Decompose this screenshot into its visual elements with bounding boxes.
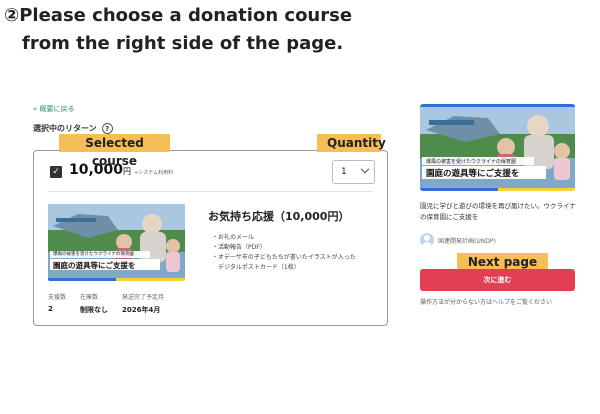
back-to-overview-link[interactable]: « 概要に戻る <box>33 104 75 114</box>
quantity-value: 1 <box>341 167 347 177</box>
instruction-heading: ②Please choose a donation course from th… <box>4 2 352 58</box>
stock-label: 在庫数 <box>80 294 99 301</box>
organization-avatar-icon <box>420 233 434 247</box>
benefit-item: オデーサ市の子どもたちが書いたイラストが入った <box>212 253 356 263</box>
delivery-value: 2026年4月 <box>122 306 161 314</box>
chevron-down-icon <box>360 164 370 174</box>
thumbnail-caption-small: 爆風の被害を受けたウクライナの保育園 <box>53 252 134 257</box>
help-suffix: をご覧ください <box>510 299 553 306</box>
stock-value: 制限なし <box>80 306 109 314</box>
help-link[interactable]: ヘルプ <box>492 299 510 306</box>
thumbnail-caption-main: 園庭の遊具等にご支援を <box>53 261 136 270</box>
project-description: 園児に学びと遊びの環境を再び届けたい。ウクライナの保育園にご支援を <box>420 202 576 221</box>
supporters-label: 支援数 <box>48 294 67 301</box>
selected-return-label: 選択中のリターン ? <box>33 123 113 134</box>
stock-stat: 在庫数 制限なし <box>80 292 108 315</box>
selected-return-label-text: 選択中のリターン <box>33 124 97 133</box>
course-thumbnail: 爆風の被害を受けたウクライナの保育園 園庭の遊具等にご支援を <box>48 204 185 281</box>
selected-course-card: ✓ 10,000円 +システム利用料 1 爆風の被害を受けたウクライナの保育園 園… <box>33 150 388 326</box>
quantity-select[interactable]: 1 <box>332 160 375 184</box>
quantity-callout: Quantity <box>317 134 386 152</box>
instruction-line-2: from the right side of the page. <box>22 33 344 54</box>
divider <box>48 191 373 192</box>
benefit-item: デジタルポストカード（1枚） <box>218 264 300 271</box>
course-checkbox[interactable]: ✓ <box>50 166 62 178</box>
benefit-item: お礼のメール <box>212 233 356 243</box>
organization-name: 国連開発計画(UNDP) <box>438 237 496 245</box>
course-title: お気持ち応援（10,000円） <box>208 210 350 223</box>
system-fee-note: +システム利用料 <box>134 170 174 176</box>
delivery-label: 発送完了予定月 <box>122 294 165 301</box>
help-line: 操作方法が分からない方はヘルプをご覧ください <box>420 297 552 306</box>
supporters-value: 2 <box>48 305 53 313</box>
course-stats: 支援数 2 在庫数 制限なし 発送完了予定月 2026年4月 <box>48 292 164 315</box>
organization[interactable]: 国連開発計画(UNDP) <box>420 233 496 247</box>
help-prefix: 操作方法が分からない方は <box>420 299 493 306</box>
instruction-line-1: ②Please choose a donation course <box>4 5 353 26</box>
benefit-item: 活動報告（PDF） <box>212 243 356 253</box>
project-image-caption-main: 園庭の遊具等にご支援を <box>426 169 520 179</box>
supporters-stat: 支援数 2 <box>48 292 66 315</box>
help-icon[interactable]: ? <box>101 123 113 134</box>
benefits-list: お礼のメール 活動報告（PDF） オデーサ市の子どもたちが書いたイラストが入った… <box>212 233 356 273</box>
delivery-stat: 発送完了予定月 2026年4月 <box>122 292 164 315</box>
project-image-caption-small: 爆風の被害を受けたウクライナの保育園 <box>426 159 516 165</box>
next-button[interactable]: 次に進む <box>420 269 575 291</box>
project-image: 爆風の被害を受けたウクライナの保育園 園庭の遊具等にご支援を <box>420 104 575 191</box>
selected-course-callout: Selected course <box>59 134 170 168</box>
